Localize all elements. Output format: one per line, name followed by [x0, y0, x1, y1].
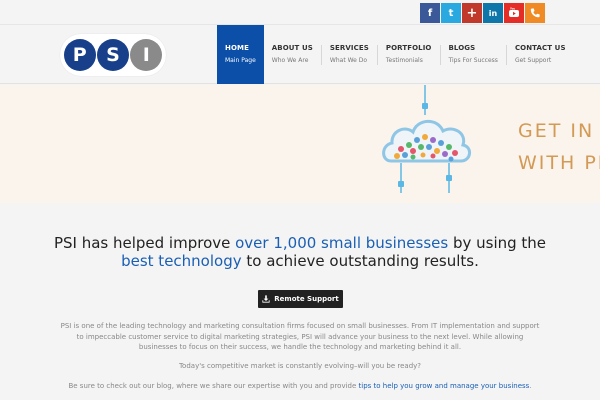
psi-logo[interactable]: P S I — [60, 34, 166, 76]
blog-tips-link[interactable]: tips to help you grow and manage your bu… — [359, 382, 530, 390]
remote-support-button[interactable]: Remote Support — [258, 290, 343, 308]
banner-title-line-2: WITH PR — [518, 152, 600, 174]
nav-about-label: ABOUT US — [271, 44, 313, 52]
headline-highlight: over 1,000 small businesses — [235, 234, 449, 252]
linkedin-icon[interactable]: in — [483, 3, 503, 23]
google-plus-icon[interactable]: + — [462, 3, 482, 23]
hero-banner: GET IN T WITH PR — [0, 85, 600, 203]
nav-blogs-sub: Tips For Success — [448, 57, 498, 64]
page: f t + in You P S I HOME Main Page ABOUT … — [0, 0, 600, 400]
youtube-icon[interactable]: You — [504, 3, 524, 23]
blog-paragraph-end: . — [529, 382, 532, 390]
download-icon — [262, 295, 270, 303]
nav-contact-label: CONTACT US — [514, 44, 566, 52]
remote-support-label: Remote Support — [274, 295, 339, 303]
nav-services[interactable]: SERVICES What We Do — [322, 25, 377, 84]
blog-paragraph: Be sure to check out our blog, where we … — [60, 381, 540, 392]
nav-home[interactable]: HOME Main Page — [217, 25, 264, 84]
intro-paragraph: PSI is one of the leading technology and… — [60, 322, 540, 351]
nav-about-sub: Who We Are — [271, 57, 309, 64]
cloud-network-icon — [377, 85, 475, 203]
nav-portfolio-label: PORTFOLIO — [385, 44, 432, 52]
nav-blogs[interactable]: BLOGS Tips For Success — [441, 25, 506, 84]
blog-paragraph-text: Be sure to check out our blog, where we … — [68, 382, 359, 390]
nav-home-label: HOME — [225, 44, 249, 52]
nav-services-sub: What We Do — [329, 57, 368, 64]
main-nav: HOME Main Page ABOUT US Who We Are SERVI… — [217, 25, 574, 84]
question-paragraph: Today's competitive market is constantly… — [178, 362, 422, 370]
twitter-icon[interactable]: t — [441, 3, 461, 23]
nav-portfolio-sub: Testimonials — [385, 57, 423, 64]
nav-contact-sub: Get Support — [514, 57, 552, 64]
headline-text: PSI has helped improve — [53, 234, 236, 252]
nav-home-sub: Main Page — [225, 57, 256, 64]
headline-highlight: best technology — [121, 252, 242, 270]
headline-text: to achieve outstanding results. — [241, 252, 479, 270]
svg-text:You: You — [509, 7, 515, 11]
banner-title: GET IN T WITH PR — [518, 115, 600, 179]
facebook-icon[interactable]: f — [420, 3, 440, 23]
nav-services-label: SERVICES — [329, 44, 369, 52]
logo-letter-i: I — [130, 39, 163, 71]
phone-icon[interactable] — [525, 3, 545, 23]
intro-headline: PSI has helped improve over 1,000 small … — [40, 234, 560, 270]
site-header: P S I HOME Main Page ABOUT US Who We Are… — [0, 24, 600, 84]
logo-letter-p: P — [63, 39, 96, 71]
nav-blogs-label: BLOGS — [448, 44, 476, 52]
nav-portfolio[interactable]: PORTFOLIO Testimonials — [378, 25, 440, 84]
intro-section: PSI has helped improve over 1,000 small … — [0, 203, 600, 400]
social-bar: f t + in You — [0, 0, 600, 24]
banner-title-line-1: GET IN T — [518, 120, 600, 142]
headline-text: by using the — [448, 234, 547, 252]
nav-about[interactable]: ABOUT US Who We Are — [264, 25, 321, 84]
social-links: f t + in You — [420, 3, 546, 23]
nav-contact[interactable]: CONTACT US Get Support — [507, 25, 574, 84]
logo-letter-s: S — [96, 39, 129, 71]
